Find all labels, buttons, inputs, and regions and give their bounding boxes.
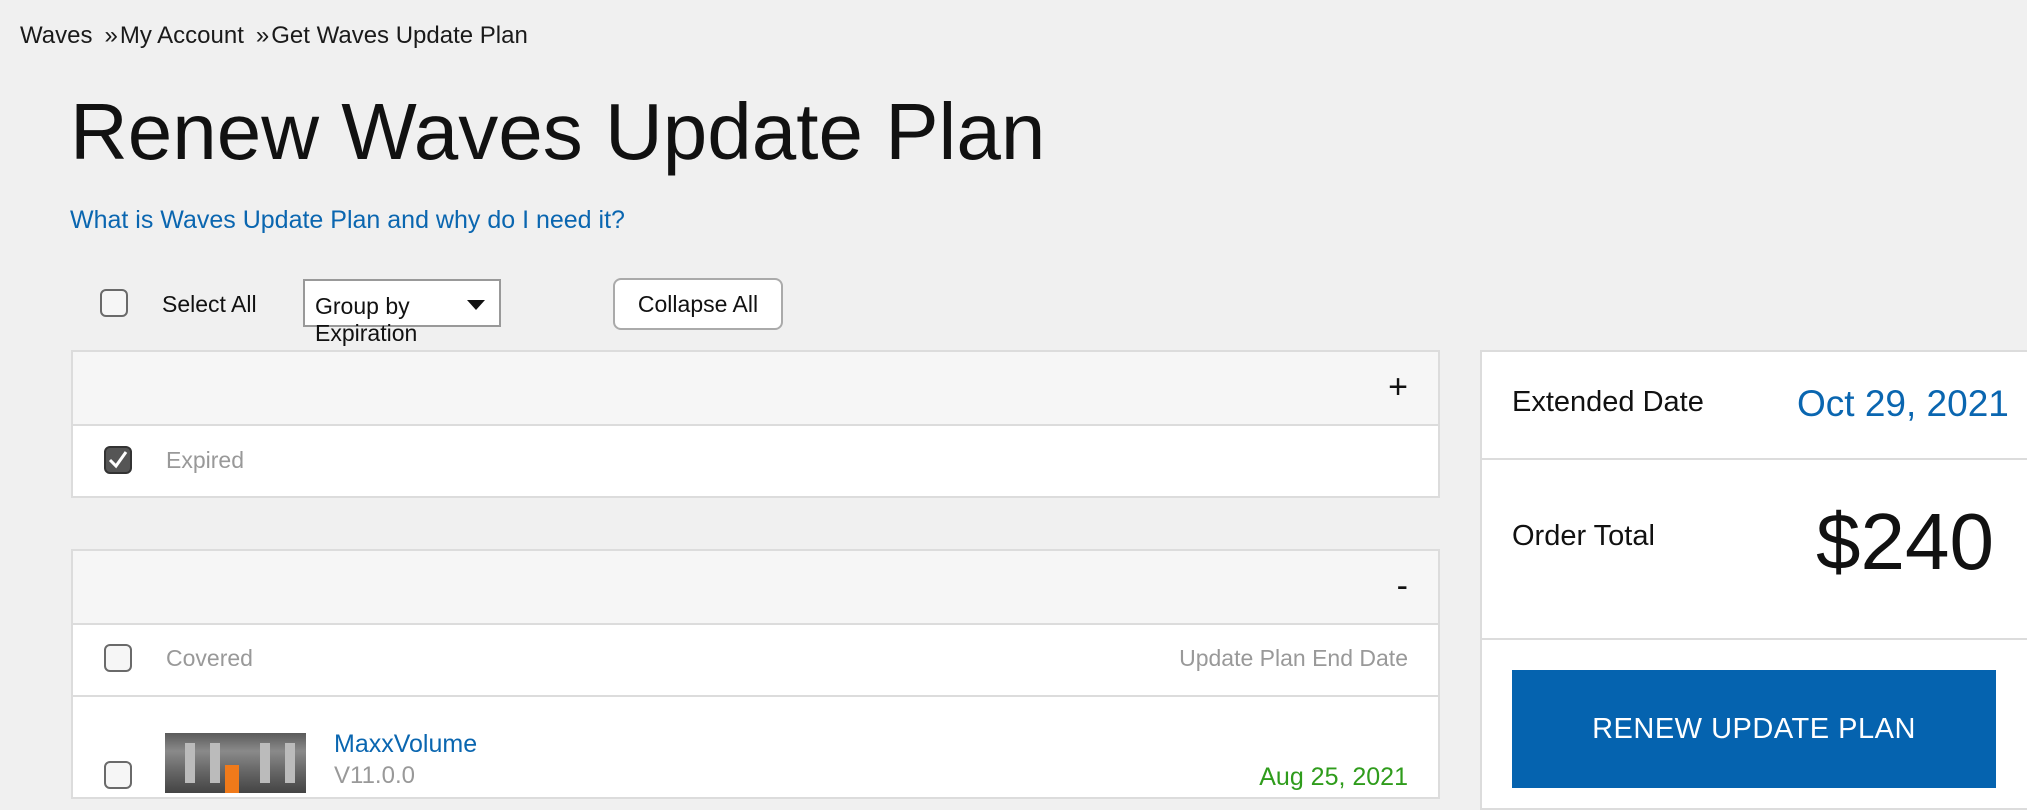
- breadcrumb-current: Get Waves Update Plan: [271, 22, 528, 49]
- covered-group-checkbox[interactable]: [104, 644, 132, 672]
- extended-date-label: Extended Date: [1512, 386, 1704, 418]
- product-end-date: Aug 25, 2021: [1259, 763, 1408, 791]
- date-column-header: Update Plan End Date: [1179, 645, 1408, 671]
- covered-group-label: Covered: [166, 645, 253, 671]
- breadcrumb-separator: »: [104, 22, 118, 49]
- order-total-value: $240: [1816, 497, 1994, 586]
- expired-group-label: Expired: [166, 447, 244, 473]
- product-name-link[interactable]: MaxxVolume: [334, 730, 477, 759]
- product-version: V11.0.0: [334, 762, 415, 789]
- expired-group: + Expired: [71, 350, 1440, 498]
- select-all-label: Select All: [162, 291, 257, 317]
- expand-toggle[interactable]: +: [1388, 368, 1408, 407]
- order-total-label: Order Total: [1512, 520, 1655, 552]
- expired-group-checkbox[interactable]: [104, 446, 132, 474]
- help-link[interactable]: What is Waves Update Plan and why do I n…: [70, 206, 625, 235]
- breadcrumb-link-my-account[interactable]: My Account: [120, 22, 244, 49]
- collapse-all-button[interactable]: Collapse All: [613, 278, 783, 330]
- extended-date-value: Oct 29, 2021: [1797, 383, 2009, 424]
- page-title: Renew Waves Update Plan: [70, 87, 1046, 176]
- breadcrumb: Waves »My Account »Get Waves Update Plan: [20, 22, 528, 50]
- product-thumbnail: [165, 733, 306, 793]
- expired-group-header[interactable]: +: [73, 352, 1438, 426]
- summary-divider: [1482, 638, 2027, 640]
- caret-down-icon: [467, 300, 485, 310]
- product-checkbox[interactable]: [104, 761, 132, 789]
- covered-group-header[interactable]: -: [73, 551, 1438, 625]
- renew-update-plan-button[interactable]: RENEW UPDATE PLAN: [1512, 670, 1996, 788]
- check-icon: [108, 451, 128, 469]
- row-divider: [73, 695, 1438, 697]
- breadcrumb-separator: »: [255, 22, 270, 49]
- collapse-toggle[interactable]: -: [1397, 567, 1408, 606]
- summary-divider: [1482, 458, 2027, 460]
- select-all-checkbox[interactable]: [100, 289, 128, 317]
- breadcrumb-link-waves[interactable]: Waves: [20, 22, 92, 49]
- group-by-value: Group by Expiration: [315, 293, 418, 346]
- group-by-dropdown[interactable]: Group by Expiration: [303, 279, 501, 346]
